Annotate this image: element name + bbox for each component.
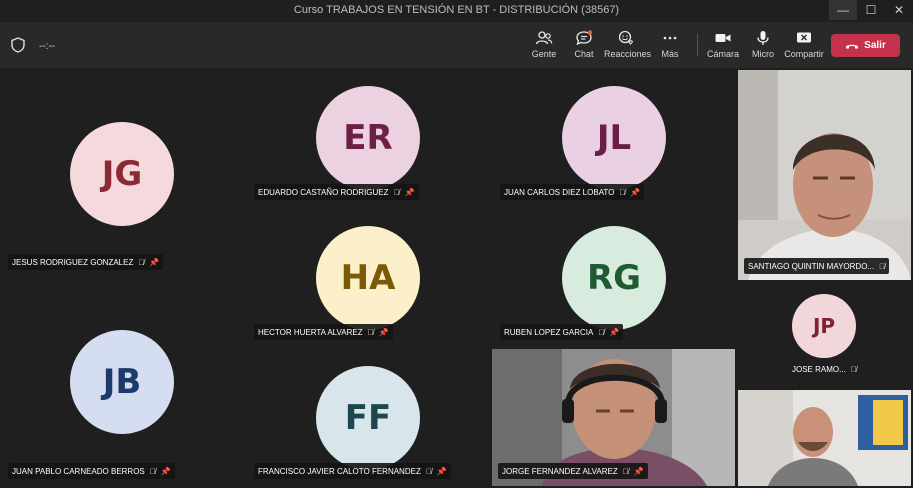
participant-video bbox=[738, 390, 911, 486]
mic-label: Micro bbox=[752, 49, 774, 59]
participant-name-tag: JUAN PABLO CARNEADO BERROS 🎙̸ 📌 bbox=[8, 463, 175, 479]
people-label: Gente bbox=[531, 49, 557, 59]
participant-avatar: JG bbox=[70, 122, 174, 226]
participant-name: FRANCISCO JAVIER CALOTO FERNANDEZ bbox=[258, 466, 421, 476]
muted-mic-icon: 🎙̸ bbox=[598, 327, 605, 337]
close-window-button[interactable]: ✕ bbox=[885, 0, 913, 20]
participant-name: JUAN PABLO CARNEADO BERROS bbox=[12, 466, 145, 476]
muted-mic-icon: 🎙̸ bbox=[850, 364, 857, 374]
participant-avatar: FF bbox=[316, 366, 420, 470]
microphone-icon bbox=[757, 31, 769, 45]
participant-name: JOSE RAMO... bbox=[792, 364, 846, 374]
minimize-button[interactable]: — bbox=[829, 0, 857, 20]
pin-icon[interactable]: 📌 bbox=[437, 467, 447, 476]
participant-name: SANTIAGO QUINTIN MAYORDO... bbox=[748, 261, 875, 271]
chat-label: Chat bbox=[574, 49, 594, 59]
camera-icon bbox=[715, 34, 731, 42]
people-icon bbox=[535, 31, 553, 45]
muted-mic-icon: 🎙̸ bbox=[619, 187, 626, 197]
share-button[interactable]: Compartir bbox=[782, 30, 826, 64]
toolbar-divider bbox=[697, 34, 698, 56]
participant-name: JORGE FERNANDEZ ALVAREZ bbox=[502, 466, 618, 476]
people-button[interactable]: Gente bbox=[522, 30, 566, 64]
reactions-label: Reacciones bbox=[604, 49, 652, 59]
participant-avatar: HA bbox=[316, 226, 420, 330]
video-frame bbox=[738, 70, 911, 280]
muted-mic-icon: 🎙̸ bbox=[622, 466, 629, 476]
pin-icon[interactable]: 📌 bbox=[379, 328, 389, 337]
muted-mic-icon: 🎙̸ bbox=[393, 187, 400, 197]
muted-mic-icon: 🎙̸ bbox=[149, 466, 156, 476]
participant-name: EDUARDO CASTAÑO RODRIGUEZ bbox=[258, 187, 389, 197]
share-label: Compartir bbox=[784, 49, 824, 59]
participant-name-tag: RUBEN LOPEZ GARCIA 🎙̸ 📌 bbox=[500, 324, 624, 340]
maximize-button[interactable]: ☐ bbox=[857, 0, 885, 20]
pin-icon[interactable]: 📌 bbox=[149, 258, 159, 267]
participant-name-tag: EDUARDO CASTAÑO RODRIGUEZ 🎙̸ 📌 bbox=[254, 184, 419, 200]
participant-avatar: ER bbox=[316, 86, 420, 190]
participant-avatar: JB bbox=[70, 330, 174, 434]
participant-avatar: JP bbox=[792, 294, 856, 358]
participant-avatar: JL bbox=[562, 86, 666, 190]
meeting-timer: --:-- bbox=[39, 41, 56, 52]
meeting-toolbar: --:-- Gente Chat Reacciones Más Cámara M… bbox=[0, 22, 913, 68]
participant-name-tag: JORGE FERNANDEZ ALVAREZ 🎙̸ 📌 bbox=[498, 463, 648, 479]
participant-avatar: RG bbox=[562, 226, 666, 330]
pin-icon[interactable]: 📌 bbox=[630, 188, 640, 197]
participant-name: JUAN CARLOS DIEZ LOBATO bbox=[504, 187, 615, 197]
window-title-bar: Curso TRABAJOS EN TENSIÓN EN BT - DISTRI… bbox=[0, 0, 913, 22]
participant-name-tag: SANTIAGO QUINTIN MAYORDO... 🎙̸ bbox=[744, 258, 890, 274]
participant-video: JORGE FERNANDEZ ALVAREZ 🎙̸ 📌 bbox=[492, 349, 735, 486]
reactions-icon bbox=[618, 30, 633, 45]
pin-icon[interactable]: 📌 bbox=[634, 467, 644, 476]
shield-icon[interactable] bbox=[11, 37, 25, 53]
participant-name-tag: JOSE RAMO... 🎙̸ bbox=[788, 361, 861, 377]
muted-mic-icon: 🎙̸ bbox=[138, 257, 145, 267]
pin-icon[interactable]: 📌 bbox=[161, 467, 171, 476]
participant-name: JESUS RODRIGUEZ GONZALEZ bbox=[12, 257, 134, 267]
participant-name-tag: JUAN CARLOS DIEZ LOBATO 🎙̸ 📌 bbox=[500, 184, 645, 200]
camera-label: Cámara bbox=[706, 49, 739, 59]
more-label: Más bbox=[661, 49, 679, 59]
pin-icon[interactable]: 📌 bbox=[405, 188, 415, 197]
unread-dot bbox=[587, 30, 593, 35]
pin-icon[interactable]: 📌 bbox=[609, 328, 619, 337]
chat-button[interactable]: Chat bbox=[562, 30, 606, 64]
hang-up-icon bbox=[846, 44, 859, 48]
leave-label: Salir bbox=[864, 40, 886, 51]
camera-button[interactable]: Cámara bbox=[701, 30, 745, 64]
participant-name-tag: HECTOR HUERTA ALVAREZ 🎙̸ 📌 bbox=[254, 324, 393, 340]
participant-name: HECTOR HUERTA ALVAREZ bbox=[258, 327, 363, 337]
share-screen-icon bbox=[797, 32, 811, 43]
participant-name-tag: JESUS RODRIGUEZ GONZALEZ 🎙̸ 📌 bbox=[8, 254, 164, 270]
muted-mic-icon: 🎙̸ bbox=[367, 327, 374, 337]
more-button[interactable]: Más bbox=[648, 30, 692, 64]
window-title: Curso TRABAJOS EN TENSIÓN EN BT - DISTRI… bbox=[293, 4, 620, 16]
participant-video: SANTIAGO QUINTIN MAYORDO... 🎙̸ bbox=[738, 70, 911, 280]
reactions-button[interactable]: Reacciones bbox=[604, 30, 652, 64]
muted-mic-icon: 🎙̸ bbox=[879, 261, 886, 271]
participant-name-tag: FRANCISCO JAVIER CALOTO FERNANDEZ 🎙̸ 📌 bbox=[254, 463, 451, 479]
muted-mic-icon: 🎙̸ bbox=[425, 466, 432, 476]
participant-name: RUBEN LOPEZ GARCIA bbox=[504, 327, 594, 337]
video-frame bbox=[738, 390, 911, 486]
more-icon bbox=[663, 36, 677, 40]
chat-icon bbox=[576, 30, 593, 46]
mic-button[interactable]: Micro bbox=[741, 30, 785, 64]
leave-button[interactable]: Salir bbox=[831, 34, 900, 57]
